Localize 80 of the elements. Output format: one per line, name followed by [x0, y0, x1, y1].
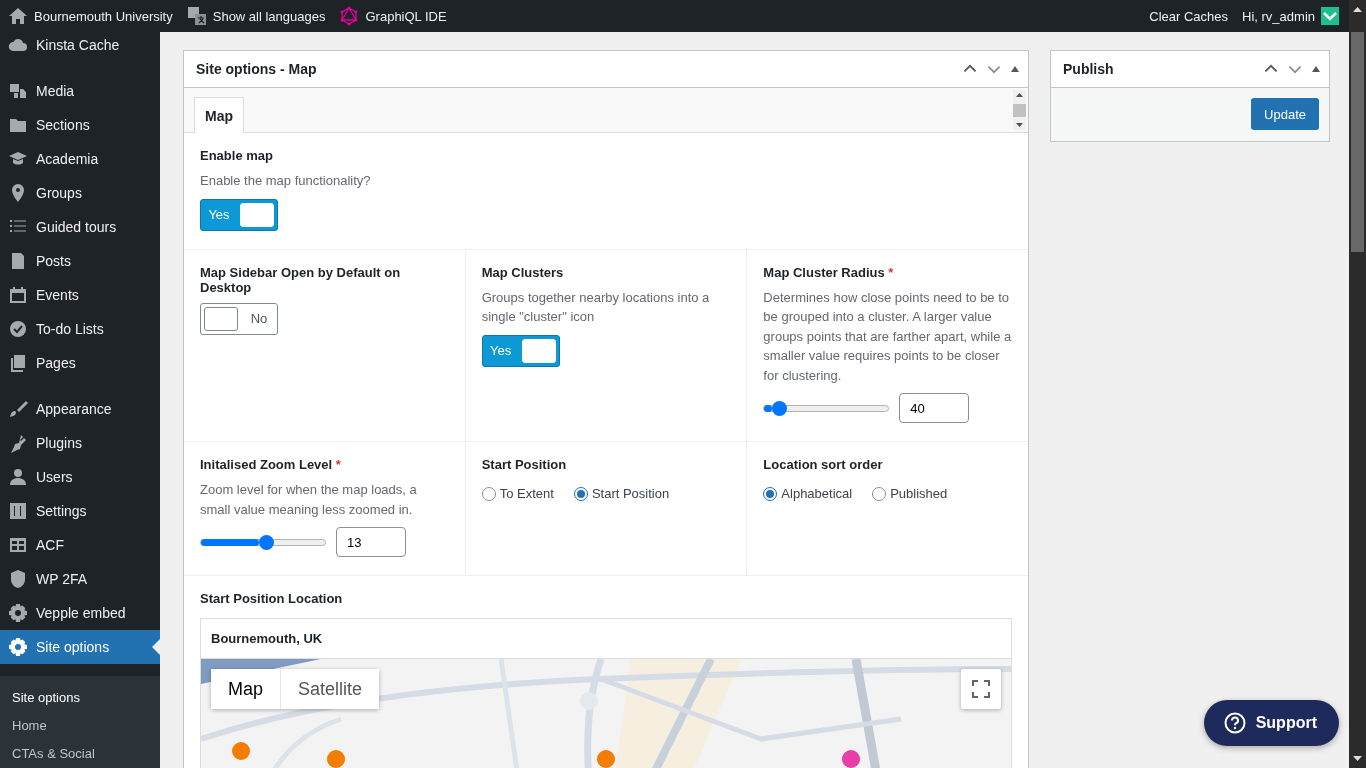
radio-button[interactable] [481, 486, 496, 501]
sidebar-item[interactable]: Guided tours [0, 210, 160, 244]
sidebar-item[interactable]: WP 2FA [0, 562, 160, 596]
fullscreen-icon [972, 680, 990, 698]
panel-title: Publish [1063, 61, 1114, 77]
person-icon [8, 467, 28, 487]
field-label: Map Clusters [481, 264, 565, 280]
check-circle-icon [8, 319, 28, 339]
calendar-icon [8, 285, 28, 305]
sidebar-item[interactable]: Posts [0, 244, 160, 278]
field-description: Determines how close points need to be to be grouped into a cluster. A larger value groups points that are farther apart, while a smaller value requires points to be closer for clustering. [763, 288, 1012, 385]
graphql-icon [339, 6, 360, 26]
field-description: Zoom level for when the map loads, a small value meaning less zoomed in. [200, 481, 418, 519]
number-field[interactable]: 13 [336, 527, 406, 557]
submenu-item[interactable]: Home [0, 712, 160, 740]
sidebar-item[interactable]: Kinsta Cache [0, 28, 160, 62]
collapse-button[interactable] [1010, 64, 1020, 74]
admin-bar-link[interactable]: Show all languages [186, 6, 326, 26]
admin-bar-link[interactable]: Bournemouth University [8, 6, 173, 26]
sidebar-item[interactable]: To-do Lists [0, 312, 160, 346]
map-type-button[interactable]: Satellite [280, 669, 380, 709]
radio-label[interactable]: Alphabetical [781, 486, 853, 501]
field-label: Map Sidebar Open by Default on Desktop [200, 264, 402, 295]
triangle-up-icon [1311, 64, 1321, 74]
radio-label[interactable]: To Extent [499, 486, 554, 501]
panel-title: Site options - Map [196, 61, 317, 77]
shield-icon [8, 569, 28, 589]
submenu-item[interactable]: Site options [0, 684, 160, 712]
map-type-button[interactable]: Map [211, 669, 280, 709]
sidebar-item[interactable]: Sections [0, 108, 160, 142]
field-label: Location sort order [763, 457, 884, 472]
sidebar-item[interactable]: Users [0, 460, 160, 494]
field-label: Start Position Location [200, 591, 344, 606]
support-button[interactable]: Support [1203, 700, 1339, 746]
sidebar-item[interactable]: Events [0, 278, 160, 312]
sidebar-item[interactable]: Media [0, 74, 160, 108]
sidebar-item[interactable]: Groups [0, 176, 160, 210]
media-icon [8, 81, 28, 101]
radio-button[interactable] [872, 486, 887, 501]
sidebar-item[interactable]: Plugins [0, 426, 160, 460]
submenu-item[interactable]: CTAs & Social [0, 740, 160, 768]
account-link[interactable]: Hi, rv_admin [1242, 7, 1339, 25]
paintbrush-icon [8, 399, 28, 419]
field-description: Groups together nearby locations into a single "cluster" icon [481, 288, 711, 326]
radio-label[interactable]: Start Position [591, 486, 670, 501]
sidebar-item[interactable]: Academia [0, 142, 160, 176]
sidebar-item[interactable]: Site options [0, 630, 160, 664]
field-label: Enable map [200, 148, 274, 163]
field-label: Initalised Zoom Level * [200, 457, 342, 472]
slider-thumb[interactable] [259, 534, 275, 550]
sidebar-item[interactable]: Vepple embed [0, 596, 160, 630]
home-icon [8, 6, 28, 26]
update-button[interactable]: Update [1251, 98, 1319, 130]
triangle-up-icon [1010, 64, 1020, 74]
sidebar-item[interactable]: Appearance [0, 392, 160, 426]
radio-button[interactable] [763, 486, 778, 501]
scrollbar[interactable] [1349, 0, 1366, 768]
field-label: Map Cluster Radius * [763, 264, 895, 280]
fullscreen-button[interactable] [961, 669, 1001, 709]
radio-label[interactable]: Published [890, 486, 948, 501]
avatar-icon [1321, 7, 1339, 25]
help-icon [1223, 712, 1246, 734]
gear-icon [8, 637, 28, 657]
sidebar-item[interactable]: Settings [0, 494, 160, 528]
number-field[interactable]: 40 [899, 393, 970, 423]
gear-icon [8, 603, 28, 623]
field-label: Start Position [481, 457, 568, 472]
radio-button[interactable] [573, 486, 588, 501]
table-icon [8, 535, 28, 555]
slider-thumb[interactable] [771, 400, 787, 416]
field-description: Enable the map functionality? [200, 172, 372, 190]
sidebar-item[interactable]: Pages [0, 346, 160, 380]
admin-bar-link[interactable]: Clear Caches [1149, 8, 1229, 24]
sidebar-item[interactable]: ACF [0, 528, 160, 562]
tab[interactable]: Map [194, 97, 244, 133]
collapse-button[interactable] [1311, 64, 1321, 74]
pages-icon [8, 353, 28, 373]
admin-bar-link[interactable]: GraphiQL IDE [339, 6, 447, 26]
translate-icon [186, 6, 207, 26]
toggle-switch[interactable]: No [200, 302, 278, 335]
